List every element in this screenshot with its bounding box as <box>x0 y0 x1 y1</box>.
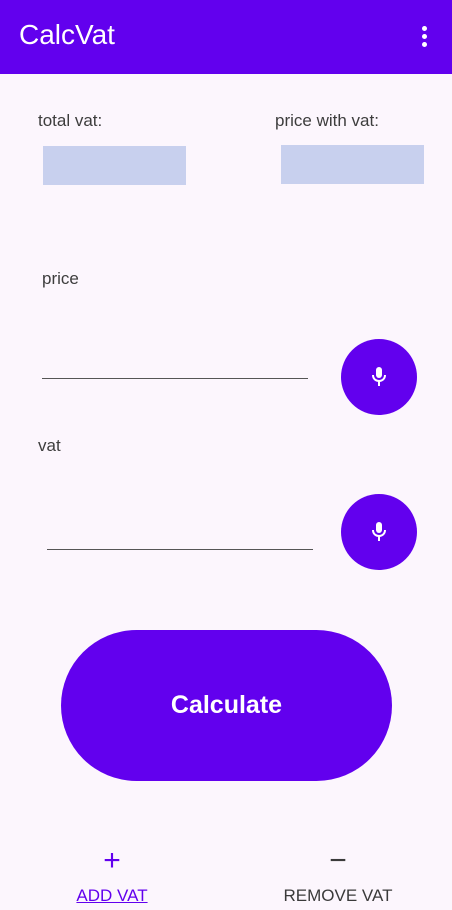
add-vat-button[interactable]: + ADD VAT <box>42 846 182 910</box>
app-bar: CalcVat <box>0 0 452 74</box>
calculate-button[interactable]: Calculate <box>61 630 392 781</box>
plus-icon: + <box>103 844 121 877</box>
app-title: CalcVat <box>19 19 115 50</box>
mic-icon <box>372 367 386 386</box>
mic-icon <box>372 522 386 541</box>
price-with-vat-label: price with vat: <box>275 111 379 130</box>
more-vert-icon[interactable] <box>414 24 434 50</box>
vat-mic-button[interactable] <box>341 494 417 570</box>
remove-vat-label: REMOVE VAT <box>283 886 393 905</box>
price-label: price <box>42 269 79 288</box>
price-with-vat-value <box>281 145 424 184</box>
vat-label: vat <box>38 436 61 455</box>
calculate-button-label: Calculate <box>170 691 283 719</box>
price-input[interactable] <box>42 350 311 378</box>
price-input-underline <box>42 378 308 379</box>
minus-icon: − <box>329 844 347 877</box>
total-vat-label: total vat: <box>38 111 103 130</box>
vat-input[interactable] <box>47 520 316 548</box>
add-vat-label: ADD VAT <box>76 886 148 905</box>
remove-vat-button[interactable]: − REMOVE VAT <box>268 846 408 910</box>
vat-input-underline <box>47 549 313 550</box>
price-mic-button[interactable] <box>341 339 417 415</box>
total-vat-value <box>43 146 186 185</box>
